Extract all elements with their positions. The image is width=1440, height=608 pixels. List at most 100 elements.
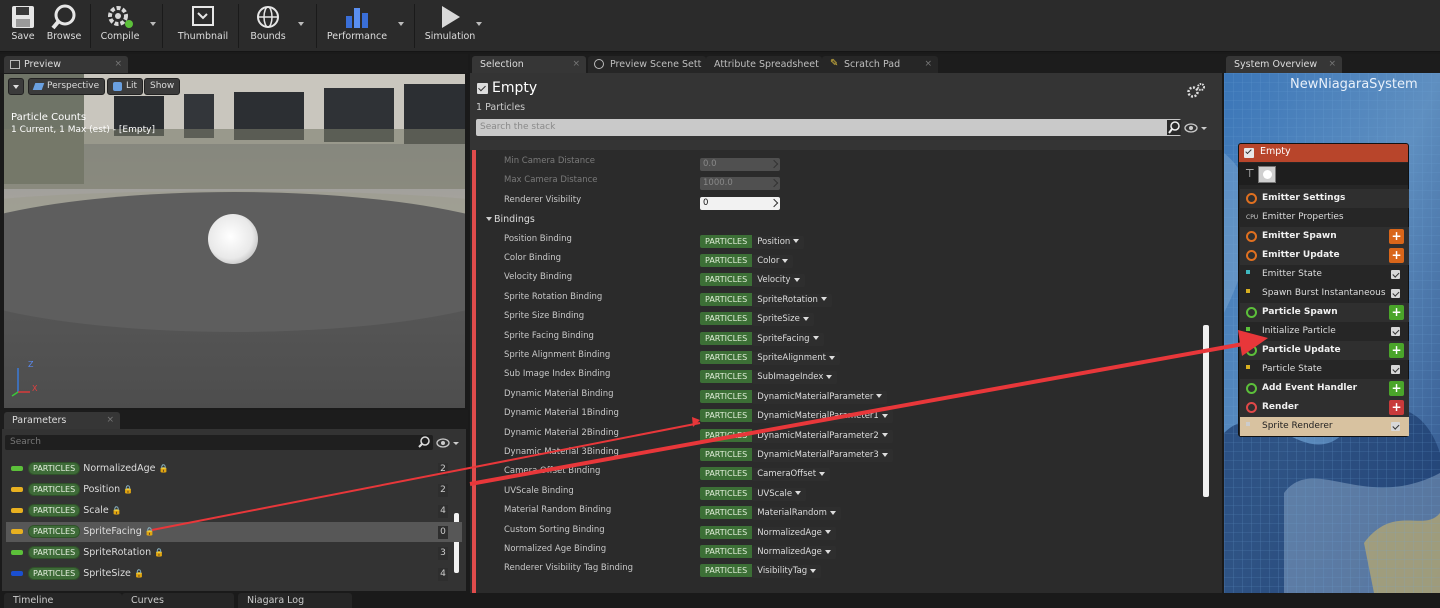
stack-search-input[interactable]: Search the stack: [476, 119, 1181, 136]
binding-dropdown[interactable]: CameraOffset: [752, 468, 831, 482]
binding-dropdown[interactable]: DynamicMaterialParameter3: [752, 449, 893, 462]
parameter-name: Position: [83, 484, 121, 495]
module-enabled-checkbox[interactable]: [1391, 422, 1400, 431]
bindings-section-header[interactable]: Bindings: [470, 210, 1190, 230]
visibility-eye-icon[interactable]: [436, 437, 460, 449]
binding-dropdown[interactable]: MaterialRandom: [752, 507, 841, 521]
compile-button[interactable]: Compile: [96, 2, 144, 50]
close-icon[interactable]: ×: [114, 56, 122, 73]
close-icon[interactable]: ×: [106, 412, 114, 429]
save-button[interactable]: Save: [4, 2, 42, 50]
emitter-stack-row[interactable]: Emitter Update +: [1240, 246, 1409, 265]
add-module-button[interactable]: +: [1389, 381, 1404, 396]
binding-dropdown[interactable]: UVScale: [752, 487, 807, 501]
parameters-search-input[interactable]: Search: [5, 435, 433, 450]
add-module-button[interactable]: +: [1389, 343, 1404, 358]
pin-type-icon: [11, 550, 23, 555]
browse-button[interactable]: Browse: [44, 2, 84, 50]
binding-value: SpriteAlignment: [757, 353, 826, 363]
tab-selection[interactable]: Selection ×: [472, 56, 586, 73]
emitter-node[interactable]: Empty ⊤ Emitter Settings CPU Emitter Prope…: [1238, 143, 1409, 437]
show-button[interactable]: Show: [144, 78, 181, 95]
emitter-node-header[interactable]: Empty: [1239, 144, 1408, 162]
parameter-row[interactable]: PARTICLES SpriteFacing 🔒 0: [6, 522, 462, 542]
stack-scrollbar[interactable]: [1203, 325, 1209, 497]
module-enabled-checkbox[interactable]: [1391, 289, 1400, 298]
emitter-stack-row[interactable]: Initialize Particle: [1240, 322, 1409, 341]
section-title: Bindings: [494, 214, 535, 226]
emitter-stack-row[interactable]: Emitter Spawn +: [1240, 227, 1409, 246]
binding-dropdown[interactable]: SpriteAlignment: [752, 352, 840, 365]
bounds-dropdown-arrow[interactable]: [298, 22, 304, 26]
tab-scratch-pad[interactable]: ✎ Scratch Pad ×: [822, 56, 938, 73]
emitter-stack-row[interactable]: Particle Spawn +: [1240, 303, 1409, 322]
emitter-stack-row[interactable]: CPU Emitter Properties: [1240, 208, 1409, 227]
binding-dropdown[interactable]: Velocity: [752, 274, 805, 288]
performance-dropdown-arrow[interactable]: [398, 22, 404, 26]
chevron-down-icon: [782, 258, 789, 263]
tab-timeline[interactable]: Timeline: [4, 593, 122, 608]
emitter-stack-row[interactable]: Emitter State: [1240, 265, 1409, 284]
parameter-row[interactable]: PARTICLES NormalizedAge 🔒 2: [6, 459, 462, 479]
perspective-button[interactable]: Perspective: [28, 78, 106, 95]
stack-list: Min Camera Distance 0.0 Max Camera Distanc…: [470, 150, 1222, 593]
close-icon[interactable]: ×: [1328, 56, 1336, 73]
tab-preview[interactable]: Preview ×: [4, 56, 128, 73]
viewport-options-button[interactable]: [8, 78, 24, 95]
emitter-stack-row[interactable]: Emitter Settings: [1240, 189, 1409, 208]
preview-viewport[interactable]: Perspective Lit Show Particle Counts 1 C…: [4, 74, 465, 408]
simulation-dropdown-arrow[interactable]: [476, 22, 482, 26]
number-field[interactable]: 1000.0: [700, 177, 780, 191]
chevron-down-icon: [881, 433, 888, 438]
renderer-visibility-field[interactable]: 0: [700, 196, 780, 210]
simulation-button[interactable]: Simulation: [424, 2, 476, 50]
parameter-row[interactable]: PARTICLES Scale 🔒 4: [6, 501, 462, 521]
binding-dropdown[interactable]: NormalizedAge: [752, 526, 836, 540]
binding-dropdown[interactable]: NormalizedAge: [752, 546, 836, 559]
emitter-stack-row[interactable]: Particle Update +: [1240, 341, 1409, 360]
number-field[interactable]: 0.0: [700, 158, 780, 171]
tab-attribute-spreadsheet[interactable]: Attribute Spreadsheet: [706, 56, 822, 73]
binding-dropdown[interactable]: SpriteFacing: [752, 332, 824, 346]
visibility-eye-icon[interactable]: [1184, 122, 1208, 134]
add-module-button[interactable]: +: [1389, 248, 1404, 263]
binding-dropdown[interactable]: SpriteSize: [752, 313, 814, 327]
tab-preview-scene-settings[interactable]: Preview Scene Sett: [588, 56, 706, 73]
add-module-button[interactable]: +: [1389, 229, 1404, 244]
lit-button[interactable]: Lit: [107, 78, 144, 95]
module-enabled-checkbox[interactable]: [1391, 327, 1400, 336]
binding-dropdown[interactable]: Color: [752, 255, 794, 268]
tab-curves[interactable]: Curves: [122, 593, 234, 608]
binding-dropdown[interactable]: VisibilityTag: [752, 565, 822, 579]
binding-dropdown[interactable]: DynamicMaterialParameter2: [752, 429, 893, 443]
bounds-button[interactable]: Bounds: [244, 2, 292, 50]
close-icon[interactable]: ×: [572, 56, 580, 73]
parameter-row[interactable]: PARTICLES SpriteRotation 🔒 3: [6, 543, 462, 563]
emitter-stack-row[interactable]: Add Event Handler +: [1240, 379, 1409, 398]
settings-gears-icon[interactable]: [1186, 82, 1206, 100]
compile-dropdown-arrow[interactable]: [150, 22, 156, 26]
binding-dropdown[interactable]: DynamicMaterialParameter: [752, 390, 888, 404]
close-icon[interactable]: ×: [924, 56, 932, 73]
performance-button[interactable]: Performance: [326, 2, 388, 50]
tab-parameters[interactable]: Parameters ×: [4, 412, 120, 429]
binding-dropdown[interactable]: DynamicMaterialParameter1: [752, 410, 893, 424]
add-module-button[interactable]: +: [1389, 400, 1404, 415]
thumbnail-button[interactable]: Thumbnail: [174, 2, 232, 50]
module-enabled-checkbox[interactable]: [1391, 270, 1400, 279]
add-module-button[interactable]: +: [1389, 305, 1404, 320]
tab-system-overview[interactable]: System Overview ×: [1226, 56, 1342, 73]
binding-dropdown[interactable]: SpriteRotation: [752, 293, 832, 307]
binding-dropdown[interactable]: Position: [752, 235, 805, 249]
emitter-stack-row[interactable]: Render +: [1240, 398, 1409, 417]
emitter-stack-row[interactable]: Particle State: [1240, 360, 1409, 379]
tab-niagara-log[interactable]: Niagara Log: [238, 593, 352, 608]
parameter-row[interactable]: PARTICLES Position 🔒 2: [6, 480, 462, 500]
emitter-stack-row[interactable]: Sprite Renderer: [1240, 417, 1409, 436]
binding-dropdown[interactable]: SubImageIndex: [752, 371, 838, 385]
emitter-stack-row[interactable]: Spawn Burst Instantaneous: [1240, 284, 1409, 303]
module-enabled-checkbox[interactable]: [1391, 365, 1400, 374]
parameter-row[interactable]: PARTICLES SpriteSize 🔒 4: [6, 564, 462, 584]
pin-icon[interactable]: ⊤: [1245, 168, 1255, 179]
stack-search-button[interactable]: [1167, 120, 1181, 135]
